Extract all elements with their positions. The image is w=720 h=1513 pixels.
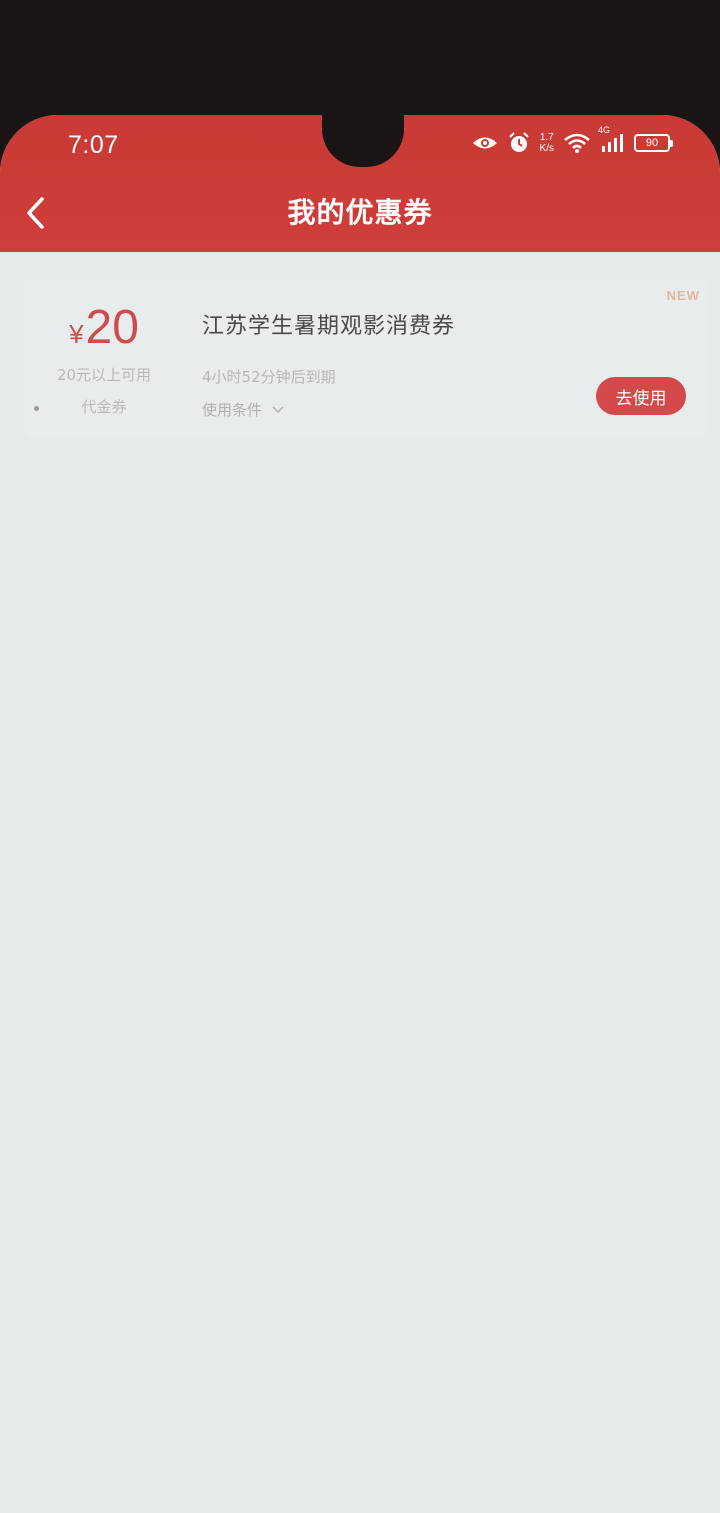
coupon-card[interactable]: ¥ 20 20元以上可用 代金券 江苏学生暑期观影消费券 4小时52分钟后到期 … [24,278,708,438]
alarm-icon [508,132,530,154]
header-bar: 7:07 1.7 K/s 4G 90 我的优惠券 [0,115,720,252]
usage-conditions-toggle[interactable]: 使用条件 [202,399,284,420]
battery-icon: 90 [634,134,673,152]
coupon-value-panel: ¥ 20 20元以上可用 代金券 [24,278,184,438]
coupon-amount: ¥ 20 [24,300,184,355]
new-badge: NEW [666,288,700,303]
status-icons: 1.7 K/s 4G 90 [472,125,673,158]
eye-icon [472,135,498,151]
coupon-title: 江苏学生暑期观影消费券 [202,314,456,339]
signal-icon: 4G [598,125,624,153]
status-time: 7:07 [68,131,119,159]
network-speed: 1.7 K/s [540,132,554,154]
battery-level: 90 [645,137,659,149]
coupon-type: 代金券 [81,398,127,416]
camera-notch [322,115,404,167]
net-speed-value: 1.7 [539,132,554,143]
net-speed-unit: K/s [539,143,554,154]
app-screen: 7:07 1.7 K/s 4G 90 我的优惠券 ¥ 20 20元以上可用 代金… [0,115,720,1513]
page-title: 我的优惠券 [287,196,433,229]
amount-value: 20 [85,301,139,354]
currency-symbol: ¥ [69,319,84,349]
chevron-down-icon [272,405,284,413]
network-type: 4G [598,125,611,135]
coupon-threshold: 20元以上可用 [56,366,152,384]
use-coupon-button[interactable]: 去使用 [596,377,686,415]
usage-conditions-label: 使用条件 [202,401,263,419]
coupon-expiry: 4小时52分钟后到期 [202,368,336,386]
wifi-icon [564,133,590,153]
